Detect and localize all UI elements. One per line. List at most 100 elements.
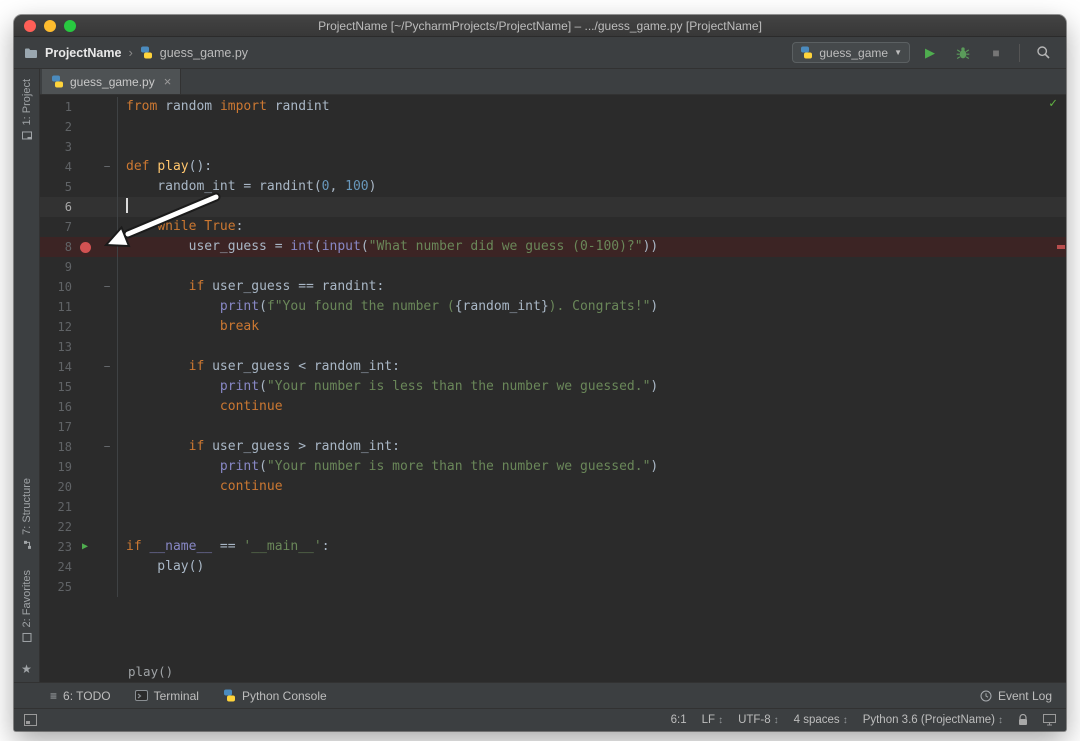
gutter[interactable]: 16: [40, 397, 118, 417]
code-text[interactable]: while True:: [118, 217, 243, 237]
gutter[interactable]: 21: [40, 497, 118, 517]
context-breadcrumb[interactable]: play(): [40, 660, 1066, 682]
sidebar-item-project[interactable]: 1: Project: [21, 79, 33, 140]
gutter[interactable]: 12: [40, 317, 118, 337]
code-line[interactable]: 14 − if user_guess < random_int:: [40, 357, 1066, 377]
code-text[interactable]: user_guess = int(input("What number did …: [118, 237, 659, 257]
gutter[interactable]: 2: [40, 117, 118, 137]
code-line[interactable]: 10 − if user_guess == randint:: [40, 277, 1066, 297]
code-line[interactable]: 9: [40, 257, 1066, 277]
minimize-window-button[interactable]: [44, 20, 56, 32]
close-window-button[interactable]: [24, 20, 36, 32]
gutter[interactable]: 3: [40, 137, 118, 157]
code-text[interactable]: break: [118, 317, 259, 337]
breakpoint-icon[interactable]: [79, 241, 91, 253]
event-log-button[interactable]: Event Log: [980, 689, 1052, 703]
code-text[interactable]: if user_guess > random_int:: [118, 437, 400, 457]
code-text[interactable]: continue: [118, 397, 283, 417]
code-line[interactable]: 22: [40, 517, 1066, 537]
code-text[interactable]: continue: [118, 477, 283, 497]
gutter[interactable]: 14 −: [40, 357, 118, 377]
gutter[interactable]: 22: [40, 517, 118, 537]
gutter[interactable]: 6: [40, 197, 118, 217]
code-line[interactable]: 1 from random import randint: [40, 97, 1066, 117]
sidebar-item-structure[interactable]: 7: Structure: [21, 478, 33, 550]
code-line[interactable]: 6: [40, 197, 1066, 217]
toolwindow-todo[interactable]: ≡ 6: TODO: [50, 689, 111, 703]
gutter[interactable]: 10 −: [40, 277, 118, 297]
code-text[interactable]: print("Your number is more than the numb…: [118, 457, 658, 477]
search-everywhere-button[interactable]: [1030, 42, 1056, 64]
debug-button[interactable]: [950, 42, 976, 64]
zoom-window-button[interactable]: [64, 20, 76, 32]
gutter[interactable]: 15: [40, 377, 118, 397]
breadcrumb-project[interactable]: ProjectName: [45, 46, 121, 60]
code-text[interactable]: play(): [118, 557, 204, 577]
gutter[interactable]: 9: [40, 257, 118, 277]
code-line[interactable]: 17: [40, 417, 1066, 437]
gutter[interactable]: 17: [40, 417, 118, 437]
encoding-widget[interactable]: UTF-8 ↕: [738, 714, 779, 726]
code-text[interactable]: [118, 497, 126, 517]
gutter[interactable]: 24: [40, 557, 118, 577]
code-line[interactable]: 4− def play():: [40, 157, 1066, 177]
gutter[interactable]: 7: [40, 217, 118, 237]
gutter[interactable]: 1: [40, 97, 118, 117]
stop-button[interactable]: ■: [983, 42, 1009, 64]
code-text[interactable]: from random import randint: [118, 97, 330, 117]
code-text[interactable]: if __name__ == '__main__':: [118, 537, 330, 557]
breadcrumb-file[interactable]: guess_game.py: [160, 46, 248, 60]
readonly-toggle-button[interactable]: [1018, 714, 1028, 726]
code-line[interactable]: 21: [40, 497, 1066, 517]
interpreter-widget[interactable]: Python 3.6 (ProjectName) ↕: [863, 714, 1003, 726]
gutter[interactable]: 20: [40, 477, 118, 497]
code-text[interactable]: [118, 577, 126, 597]
code-line[interactable]: 25: [40, 577, 1066, 597]
code-text[interactable]: if user_guess == randint:: [118, 277, 385, 297]
code-line[interactable]: 23 ▶ if __name__ == '__main__':: [40, 537, 1066, 557]
tab-close-icon[interactable]: ×: [164, 74, 172, 89]
code-text[interactable]: print("Your number is less than the numb…: [118, 377, 658, 397]
fold-icon[interactable]: −: [104, 277, 111, 297]
code-line[interactable]: 2: [40, 117, 1066, 137]
gutter[interactable]: 4−: [40, 157, 118, 177]
code-line[interactable]: 24 play(): [40, 557, 1066, 577]
code-line[interactable]: 13: [40, 337, 1066, 357]
code-line[interactable]: 15 print("Your number is less than the n…: [40, 377, 1066, 397]
toolwindow-toggle-button[interactable]: [24, 714, 37, 726]
line-separator-widget[interactable]: LF ↕: [702, 714, 723, 726]
toolwindow-terminal[interactable]: Terminal: [134, 689, 199, 703]
code-line[interactable]: 12 break: [40, 317, 1066, 337]
code-editor[interactable]: 1 from random import randint 2 3 4− def play(…: [40, 95, 1066, 660]
code-text[interactable]: [118, 337, 126, 357]
code-line[interactable]: 18 − if user_guess > random_int:: [40, 437, 1066, 457]
run-button[interactable]: ▶: [917, 42, 943, 64]
code-line[interactable]: 8 user_guess = int(input("What number di…: [40, 237, 1066, 257]
code-text[interactable]: [118, 137, 126, 157]
gutter[interactable]: 23 ▶: [40, 537, 118, 557]
code-line[interactable]: 16 continue: [40, 397, 1066, 417]
code-line[interactable]: 11 print(f"You found the number ({random…: [40, 297, 1066, 317]
code-text[interactable]: [118, 417, 126, 437]
star-icon[interactable]: ★: [21, 662, 32, 676]
code-text[interactable]: [118, 257, 126, 277]
gutter[interactable]: 25: [40, 577, 118, 597]
error-stripe-mark[interactable]: [1057, 245, 1065, 249]
code-text[interactable]: if user_guess < random_int:: [118, 357, 400, 377]
gutter[interactable]: 18 −: [40, 437, 118, 457]
tab-guess-game[interactable]: guess_game.py ×: [42, 69, 182, 94]
status-extra-button[interactable]: [1043, 714, 1056, 726]
run-line-icon[interactable]: ▶: [82, 537, 88, 557]
code-line[interactable]: 19 print("Your number is more than the n…: [40, 457, 1066, 477]
gutter[interactable]: 19: [40, 457, 118, 477]
fold-icon[interactable]: −: [104, 357, 111, 377]
code-line[interactable]: 5 random_int = randint(0, 100): [40, 177, 1066, 197]
caret-position-widget[interactable]: 6:1: [671, 714, 687, 726]
run-configuration-selector[interactable]: guess_game ▼: [792, 42, 910, 63]
gutter[interactable]: 13: [40, 337, 118, 357]
toolwindow-python-console[interactable]: Python Console: [223, 689, 327, 703]
gutter[interactable]: 5: [40, 177, 118, 197]
code-text[interactable]: random_int = randint(0, 100): [118, 177, 376, 197]
code-line[interactable]: 20 continue: [40, 477, 1066, 497]
gutter[interactable]: 8: [40, 237, 118, 257]
